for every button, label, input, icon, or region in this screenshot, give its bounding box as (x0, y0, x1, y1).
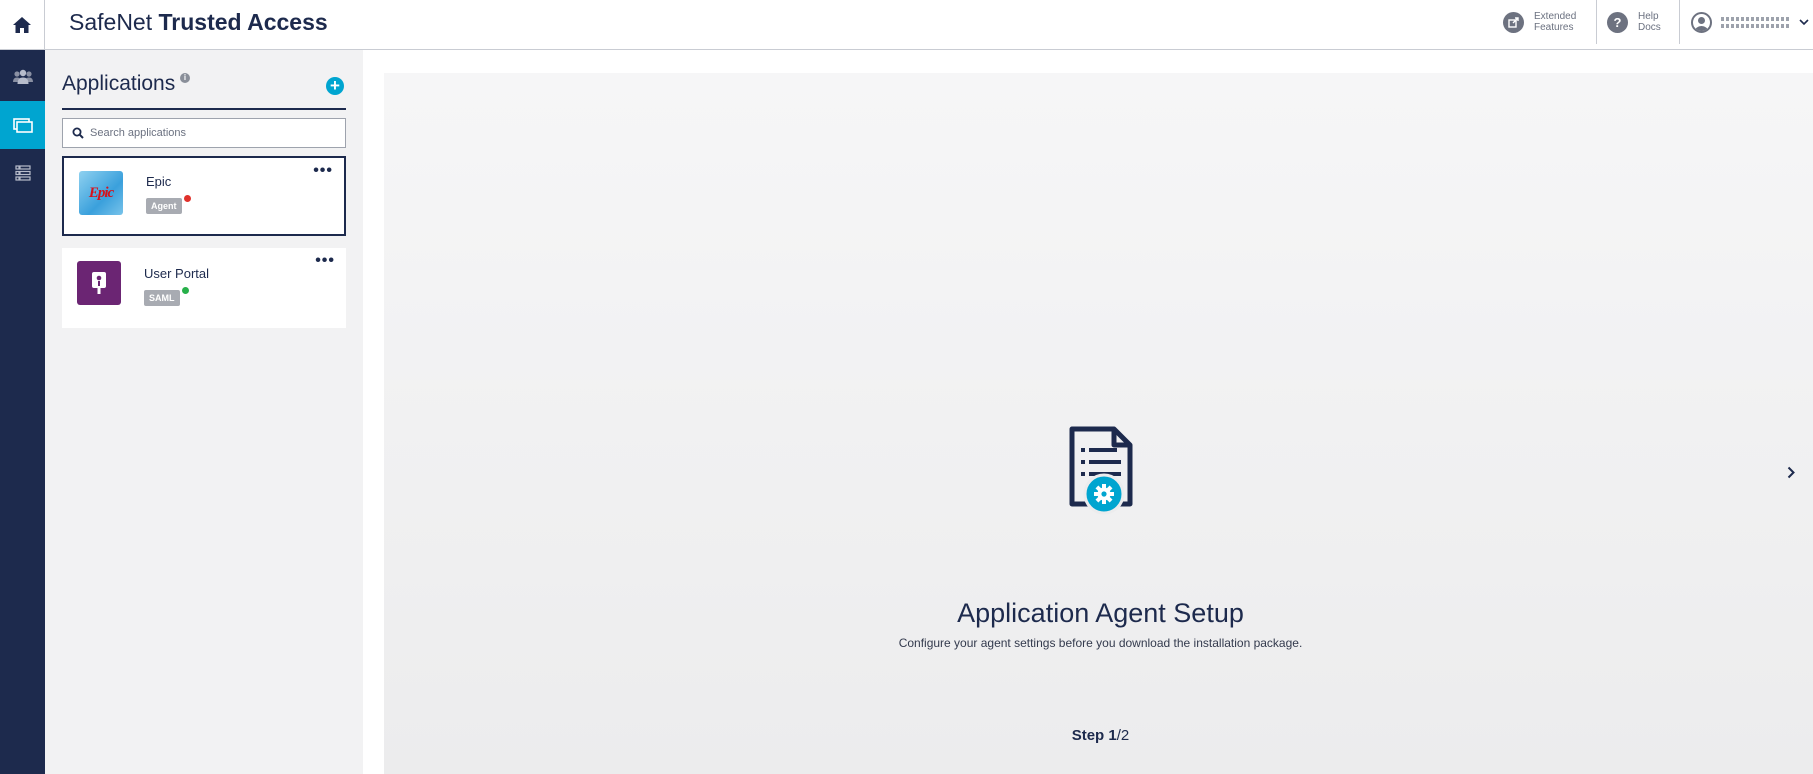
extended-features-line2: Features (1534, 22, 1574, 33)
document-settings-icon (1069, 426, 1133, 515)
left-nav (0, 50, 45, 774)
step-label: Step (1071, 727, 1105, 744)
header-divider (1596, 0, 1597, 44)
extended-features-line1: Extended (1534, 11, 1577, 22)
applications-title: Applications (62, 72, 176, 95)
help-docs-button[interactable]: ? Help Docs (1607, 0, 1661, 44)
list-icon (14, 165, 31, 181)
epic-logo: Epic (79, 171, 123, 215)
plus-icon: + (330, 76, 340, 95)
extended-features-button[interactable]: Extended Features (1503, 0, 1576, 44)
setup-description: Configure your agent settings before you… (898, 636, 1303, 650)
applications-divider (62, 108, 346, 110)
search-box (62, 118, 346, 148)
external-link-icon (1503, 11, 1524, 33)
applications-icon (12, 118, 33, 133)
user-portal-logo (77, 261, 121, 305)
app-type-badge: SAML (144, 290, 180, 306)
top-bar: SafeNet Trusted Access Extended Features… (0, 0, 1813, 50)
home-button[interactable] (0, 0, 45, 50)
user-name-redacted (1721, 14, 1791, 31)
add-application-button[interactable]: + (326, 77, 344, 95)
app-name: User Portal (144, 266, 210, 281)
users-icon (12, 69, 33, 84)
app-card-epic[interactable]: Epic Epic Agent ••• (62, 156, 346, 236)
step-current: 1 (1108, 727, 1117, 744)
chevron-down-icon (1799, 19, 1809, 26)
header-divider (1679, 0, 1680, 44)
search-input[interactable] (90, 127, 330, 139)
help-docs-line1: Help (1638, 11, 1659, 22)
brand-name-regular: SafeNet (69, 9, 153, 35)
help-docs-line2: Docs (1638, 22, 1661, 33)
next-step-button[interactable] (1783, 462, 1799, 482)
portal-badge-icon (92, 272, 106, 294)
nav-applications[interactable] (0, 101, 45, 149)
user-avatar-icon (1691, 11, 1712, 33)
step-indicator: Step 1/2 (384, 727, 1813, 744)
brand-title: SafeNet Trusted Access (69, 9, 328, 36)
chevron-right-icon (1787, 466, 1795, 478)
app-type-badge: Agent (146, 198, 182, 214)
setup-wizard-card (384, 73, 1813, 774)
nav-policies[interactable] (0, 149, 45, 197)
more-options-icon[interactable]: ••• (313, 163, 333, 179)
home-icon (13, 17, 31, 33)
info-icon[interactable]: i (180, 73, 190, 83)
step-total: /2 (1116, 727, 1130, 744)
status-indicator (182, 287, 189, 294)
nav-users[interactable] (0, 53, 45, 101)
setup-title: Application Agent Setup (957, 598, 1244, 628)
status-indicator (184, 195, 191, 202)
more-options-icon[interactable]: ••• (315, 253, 335, 269)
help-icon: ? (1607, 11, 1628, 33)
user-menu[interactable] (1691, 0, 1809, 44)
brand-name-bold: Trusted Access (158, 9, 328, 35)
search-icon (72, 127, 84, 139)
app-name: Epic (146, 174, 172, 189)
app-card-user-portal[interactable]: User Portal SAML ••• (62, 248, 346, 328)
